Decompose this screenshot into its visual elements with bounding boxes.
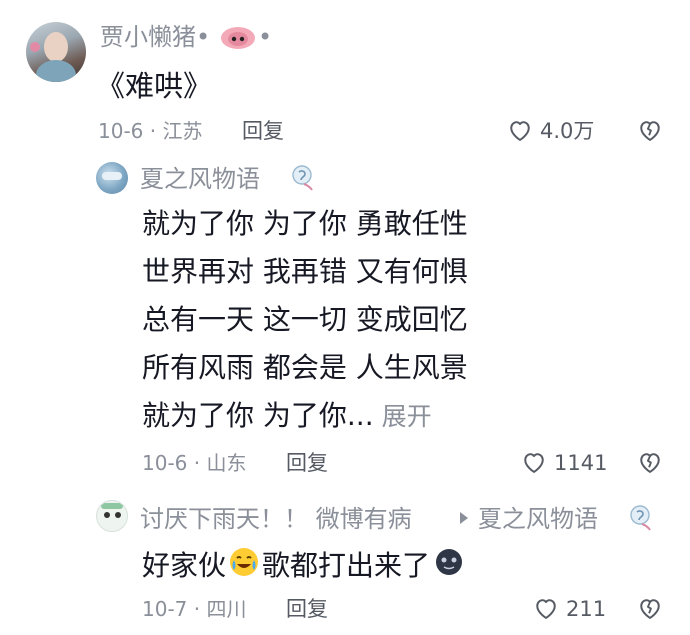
reply-button[interactable]: 回复 — [286, 596, 328, 622]
comment-username[interactable]: 讨厌下雨天！！ 微博有病 — [140, 504, 412, 534]
broken-heart-icon[interactable] — [636, 594, 664, 622]
pig-face-icon — [220, 26, 256, 50]
crying-laughing-icon — [228, 546, 260, 588]
comment-text: 《难哄》 — [96, 69, 213, 103]
like-count: 4.0万 — [540, 119, 595, 143]
reply-button[interactable]: 回复 — [242, 118, 284, 144]
comment-text-part: 好家伙 — [142, 549, 227, 582]
comment-text: 好家伙 歌都打出来了 — [142, 546, 464, 588]
lyric-line: 总有一天 这一切 变成回忆 — [142, 303, 468, 336]
heart-outline-icon[interactable] — [506, 116, 534, 144]
reply-to-username[interactable]: 夏之风物语 — [478, 504, 598, 534]
heart-outline-icon[interactable] — [520, 448, 548, 476]
comment-username[interactable]: 贾小懒猪• — [100, 22, 210, 52]
avatar[interactable] — [26, 22, 86, 82]
broken-heart-icon[interactable] — [636, 116, 664, 144]
lyric-line: 就为了你 为了你 勇敢任性 — [142, 207, 468, 240]
expand-button[interactable]: 展开 — [382, 402, 432, 431]
lyric-line: 世界再对 我再错 又有何惧 — [142, 255, 468, 288]
badge-icon — [290, 164, 316, 192]
badge-icon — [628, 504, 654, 532]
like-count: 1141 — [554, 451, 608, 475]
broken-heart-icon[interactable] — [636, 448, 664, 476]
lyric-line: 所有风雨 都会是 人生风景 — [142, 351, 468, 384]
username-dot: • — [258, 23, 273, 51]
comment-username[interactable]: 夏之风物语 — [140, 164, 260, 194]
lyric-line-last: 就为了你 为了你... 展开 — [142, 396, 432, 437]
lyric-line: 就为了你 为了你... — [142, 399, 374, 432]
comment-date-location: 10-6 · 山东 — [142, 451, 247, 475]
comment-date-location: 10-7 · 四川 — [142, 597, 247, 621]
username-text: 贾小懒猪• — [100, 23, 211, 51]
avatar[interactable] — [96, 500, 128, 532]
comment-text-part: 歌都打出来了 — [262, 549, 431, 582]
heart-outline-icon[interactable] — [532, 594, 560, 622]
reply-arrow-icon — [458, 510, 470, 526]
dark-face-icon — [434, 547, 464, 587]
like-count: 211 — [566, 597, 607, 621]
comment-date-location: 10-6 · 江苏 — [98, 119, 203, 143]
avatar[interactable] — [96, 162, 128, 194]
reply-button[interactable]: 回复 — [286, 450, 328, 476]
